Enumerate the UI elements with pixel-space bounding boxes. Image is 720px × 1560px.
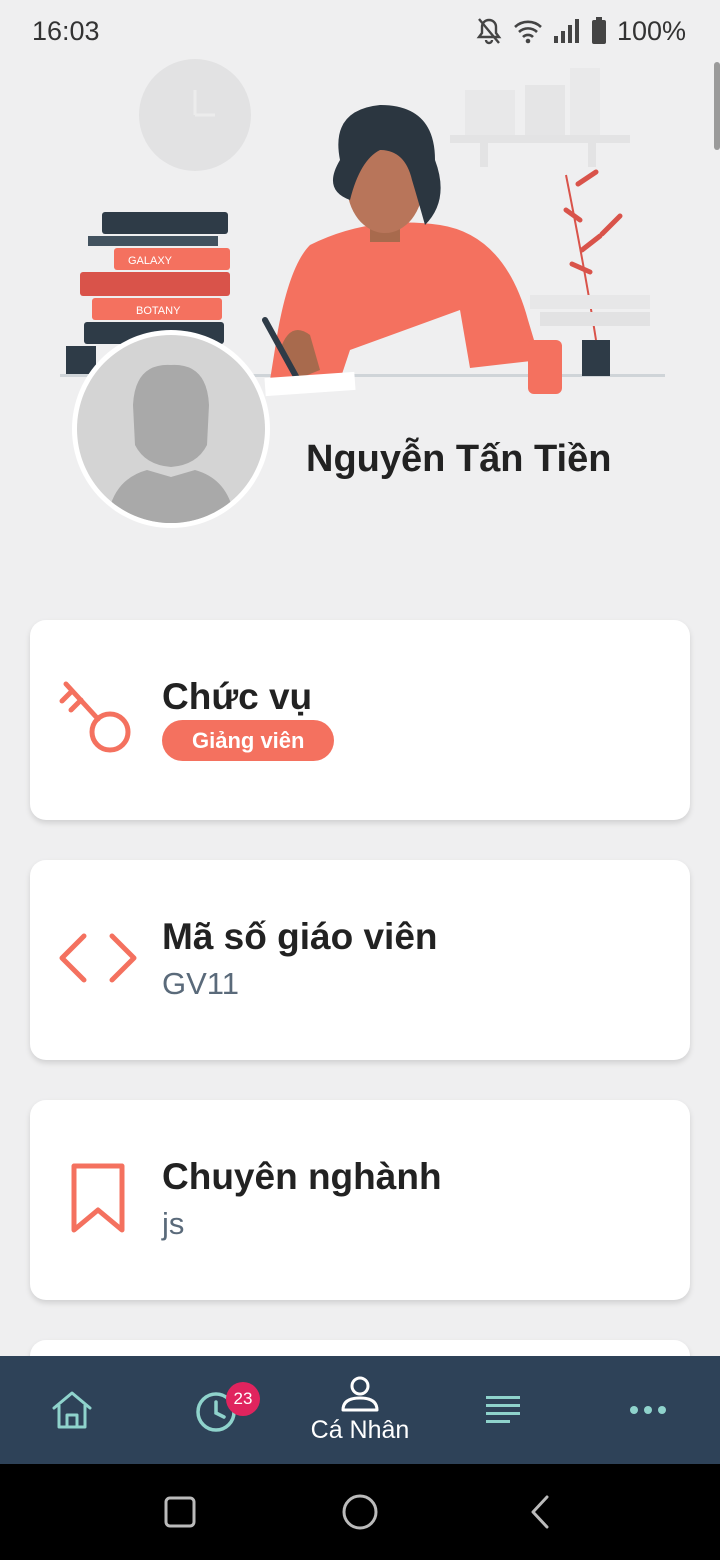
back-button[interactable] xyxy=(520,1492,560,1532)
card-title: Chức vụ xyxy=(162,676,313,717)
card-value: GV11 xyxy=(162,966,239,1001)
card-title: Chuyên nghành xyxy=(162,1156,442,1197)
battery-level: 100% xyxy=(616,15,686,46)
nav-list[interactable] xyxy=(432,1356,576,1464)
nav-home[interactable] xyxy=(0,1356,144,1464)
code-icon xyxy=(56,916,140,1000)
avatar[interactable] xyxy=(72,330,270,528)
system-nav xyxy=(0,1464,720,1560)
wifi-icon xyxy=(513,18,543,44)
nav-history[interactable]: 23 xyxy=(144,1356,288,1464)
card-title: Mã số giáo viên xyxy=(162,916,438,957)
more-icon xyxy=(630,1406,666,1414)
home-system-button[interactable] xyxy=(340,1492,380,1532)
bottom-nav: 23 Cá Nhân xyxy=(0,1356,720,1464)
person-icon xyxy=(341,1376,379,1411)
book-galaxy-label: GALAXY xyxy=(128,255,173,267)
bookmark-icon xyxy=(56,1156,140,1240)
card-position: Chức vụ Giảng viên xyxy=(30,620,690,820)
mute-icon xyxy=(475,16,503,46)
back-icon xyxy=(531,1495,549,1529)
book-botany-label: BOTANY xyxy=(136,305,181,317)
nav-more[interactable] xyxy=(576,1356,720,1464)
recents-button[interactable] xyxy=(160,1492,200,1532)
status-icons: 100% xyxy=(475,14,686,48)
list-icon xyxy=(486,1396,520,1423)
nav-profile[interactable]: Cá Nhân xyxy=(288,1356,432,1464)
card-value: js xyxy=(162,1206,185,1241)
notification-badge: 23 xyxy=(226,1382,260,1416)
key-icon xyxy=(56,676,140,760)
battery-icon xyxy=(591,17,607,45)
card-major: Chuyên nghành js xyxy=(30,1100,690,1300)
role-badge: Giảng viên xyxy=(162,720,335,761)
profile-name: Nguyễn Tấn Tiền xyxy=(306,438,612,480)
status-time: 16:03 xyxy=(32,16,100,46)
nav-profile-label: Cá Nhân xyxy=(310,1415,410,1444)
scrollbar[interactable] xyxy=(714,62,720,150)
signal-icon xyxy=(553,18,581,44)
card-teacher-id: Mã số giáo viên GV11 xyxy=(30,860,690,1060)
home-icon xyxy=(52,1391,92,1429)
recents-icon xyxy=(164,1496,196,1528)
person-silhouette-icon xyxy=(107,364,235,523)
home-circle-icon xyxy=(342,1494,378,1530)
